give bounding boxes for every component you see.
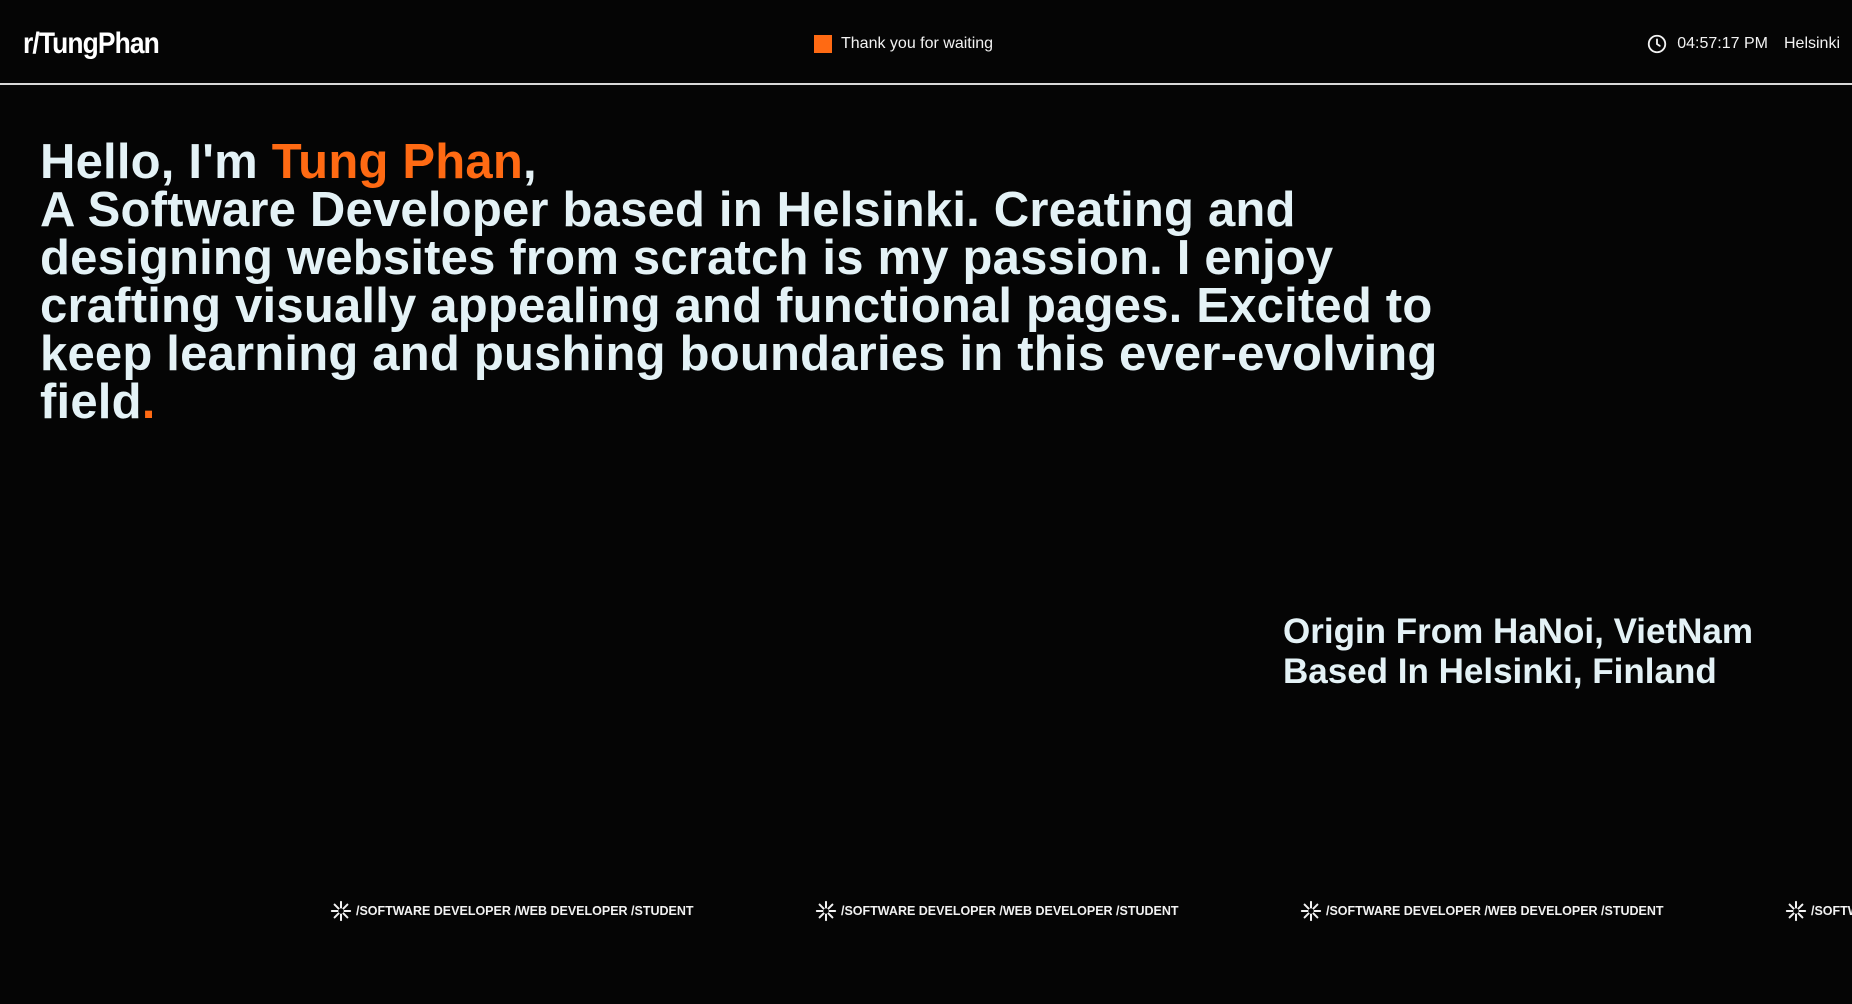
- roles-marquee: /SOFTWARE DEVELOPER /WEB DEVELOPER /STUD…: [0, 898, 1852, 924]
- marquee-text: /SOFTWARE DEVELOPER /WEB DEVELOPER /STUD…: [841, 904, 1179, 918]
- marquee-item: /SOFTWARE DEVELOPER /WEB DEVELOPER /STUD…: [330, 898, 694, 924]
- clock-time: 04:57:17 PM: [1677, 35, 1768, 52]
- hero-period: .: [141, 375, 156, 429]
- asterisk-icon: [1300, 900, 1322, 922]
- hero-name: Tung Phan: [271, 135, 523, 189]
- based-in-line: Based In Helsinki, Finland: [1283, 652, 1717, 691]
- marquee-text: /SOFTWARE DEVELOPER /WEB DEVELOPER /STUD…: [356, 904, 694, 918]
- top-bar: r/TungPhan Thank you for waiting 04:57:1…: [0, 0, 1852, 85]
- asterisk-icon: [330, 900, 352, 922]
- site-logo[interactable]: r/TungPhan: [23, 26, 160, 62]
- status-text: Thank you for waiting: [841, 35, 994, 52]
- page: r/TungPhan Thank you for waiting 04:57:1…: [0, 0, 1852, 1004]
- marquee-item: /SOFTWARE DEVELOPER /WEB DEVELOPER /STUD…: [815, 898, 1179, 924]
- asterisk-icon: [815, 900, 837, 922]
- marquee-text: /SOFTWARE DEVELOPER /WEB DEVELOPER /STUD…: [1811, 904, 1852, 918]
- clock-icon: [1648, 34, 1667, 54]
- origin-line: Origin From HaNoi, VietNam: [1283, 612, 1753, 651]
- asterisk-icon: [1785, 900, 1807, 922]
- marquee-item: /SOFTWARE DEVELOPER /WEB DEVELOPER /STUD…: [1300, 898, 1664, 924]
- status-indicator-icon: [814, 35, 832, 53]
- marquee-text: /SOFTWARE DEVELOPER /WEB DEVELOPER /STUD…: [1326, 904, 1664, 918]
- loading-status: Thank you for waiting: [814, 33, 993, 55]
- hero-comma: ,: [523, 135, 537, 189]
- hero-greeting: Hello, I'm: [40, 135, 272, 189]
- hero-bio: A Software Developer based in Helsinki. …: [40, 183, 1438, 429]
- city-label: Helsinki: [1783, 35, 1840, 52]
- marquee-item: /SOFTWARE DEVELOPER /WEB DEVELOPER /STUD…: [1785, 898, 1852, 924]
- local-time: 04:57:17 PM Helsinki: [1646, 32, 1840, 56]
- location-info: Origin From HaNoi, VietNam Based In Hels…: [1283, 612, 1753, 692]
- hero-intro: Hello, I'm Tung Phan, A Software Develop…: [40, 135, 1480, 429]
